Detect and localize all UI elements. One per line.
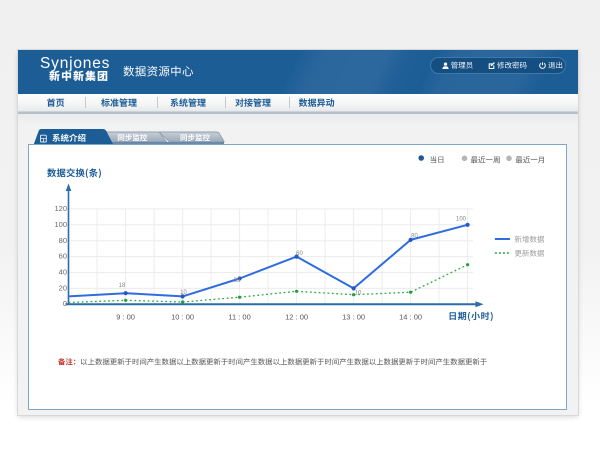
svg-text:14 : 00: 14 : 00	[399, 312, 422, 321]
svg-text:40: 40	[59, 268, 67, 277]
svg-text:13 : 00: 13 : 00	[342, 312, 365, 321]
svg-text:10: 10	[180, 290, 187, 296]
svg-text:20: 20	[59, 284, 67, 293]
svg-text:60: 60	[296, 251, 303, 257]
svg-text:80: 80	[59, 236, 67, 245]
svg-text:100: 100	[54, 220, 67, 229]
svg-text:11 : 00: 11 : 00	[228, 312, 250, 321]
svg-text:35: 35	[234, 278, 241, 284]
svg-text:10 : 00: 10 : 00	[171, 312, 194, 321]
svg-text:0: 0	[63, 299, 67, 308]
svg-text:9 : 00: 9 : 00	[116, 312, 135, 321]
svg-text:120: 120	[54, 204, 67, 213]
svg-text:60: 60	[59, 252, 67, 261]
svg-text:12 : 00: 12 : 00	[285, 312, 308, 321]
svg-text:18: 18	[119, 283, 126, 289]
svg-text:10: 10	[355, 291, 362, 297]
svg-text:100: 100	[456, 216, 467, 222]
svg-text:80: 80	[411, 234, 418, 240]
